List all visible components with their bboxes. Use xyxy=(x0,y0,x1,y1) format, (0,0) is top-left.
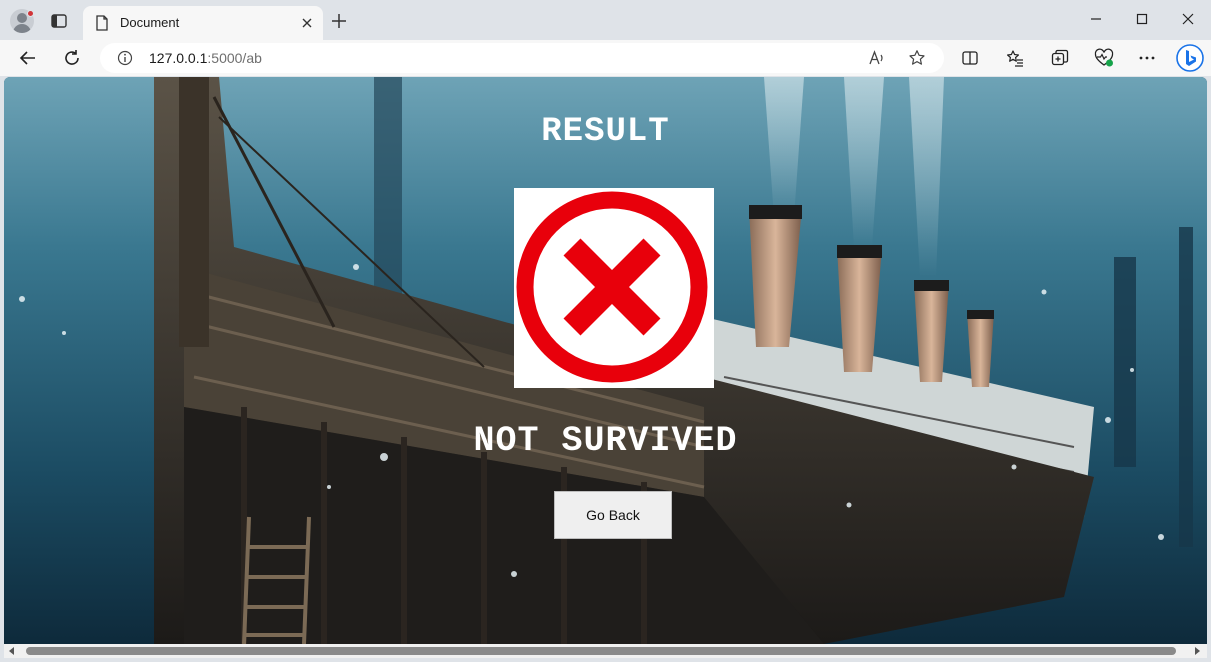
horizontal-scrollbar[interactable] xyxy=(4,644,1207,658)
result-content: RESULT NOT SURVIVED Go Back xyxy=(4,77,1207,644)
page-title: RESULT xyxy=(541,113,670,151)
go-back-button[interactable]: Go Back xyxy=(554,491,672,539)
back-arrow-icon xyxy=(19,51,35,65)
close-window-button[interactable] xyxy=(1165,0,1211,38)
more-dots-icon xyxy=(1139,56,1155,60)
site-info-icon[interactable] xyxy=(117,50,133,66)
split-screen-icon xyxy=(962,51,978,65)
favorites-button[interactable] xyxy=(1005,48,1025,68)
bing-copilot-icon xyxy=(1176,44,1204,72)
more-options-button[interactable] xyxy=(1137,48,1157,68)
status-image xyxy=(514,188,714,388)
refresh-button[interactable] xyxy=(62,48,82,68)
collections-button[interactable] xyxy=(1050,48,1070,68)
scrollbar-thumb[interactable] xyxy=(26,647,1176,655)
document-icon xyxy=(96,15,108,31)
favorites-list-icon xyxy=(1007,50,1023,67)
new-tab-icon[interactable] xyxy=(331,13,347,29)
read-aloud-icon[interactable] xyxy=(868,49,886,67)
collections-icon xyxy=(1051,49,1069,66)
copilot-button[interactable] xyxy=(1176,44,1204,72)
url-path: :5000/ab xyxy=(207,50,262,66)
scroll-right-arrow-icon[interactable] xyxy=(1193,647,1201,655)
red-cross-circle-icon xyxy=(516,191,708,383)
minimize-icon xyxy=(1091,18,1101,20)
heart-pulse-icon xyxy=(1094,48,1114,67)
back-button[interactable] xyxy=(18,48,38,68)
refresh-icon xyxy=(65,50,79,65)
browser-tab-active[interactable]: Document xyxy=(83,6,323,40)
browser-titlebar: Document xyxy=(0,0,1211,40)
maximize-icon xyxy=(1136,13,1148,25)
scroll-left-arrow-icon[interactable] xyxy=(8,647,16,655)
address-bar[interactable]: 127.0.0.1:5000/ab xyxy=(100,43,944,73)
close-window-icon xyxy=(1182,13,1194,25)
favorite-star-icon[interactable] xyxy=(908,49,926,67)
tab-actions-icon[interactable] xyxy=(50,12,68,30)
browser-toolbar: 127.0.0.1:5000/ab xyxy=(0,40,1211,76)
page-viewport: RESULT NOT SURVIVED Go Back xyxy=(4,77,1207,644)
profile-notification-dot xyxy=(27,10,34,17)
url-host: 127.0.0.1 xyxy=(149,50,208,66)
tab-title: Document xyxy=(120,15,180,30)
browser-essentials-button[interactable] xyxy=(1094,48,1114,68)
url-text[interactable]: 127.0.0.1:5000/ab xyxy=(149,50,262,66)
survival-status: NOT SURVIVED xyxy=(473,421,738,461)
close-tab-icon[interactable] xyxy=(299,15,315,31)
split-screen-button[interactable] xyxy=(960,48,980,68)
minimize-button[interactable] xyxy=(1073,0,1119,38)
maximize-button[interactable] xyxy=(1119,0,1165,38)
